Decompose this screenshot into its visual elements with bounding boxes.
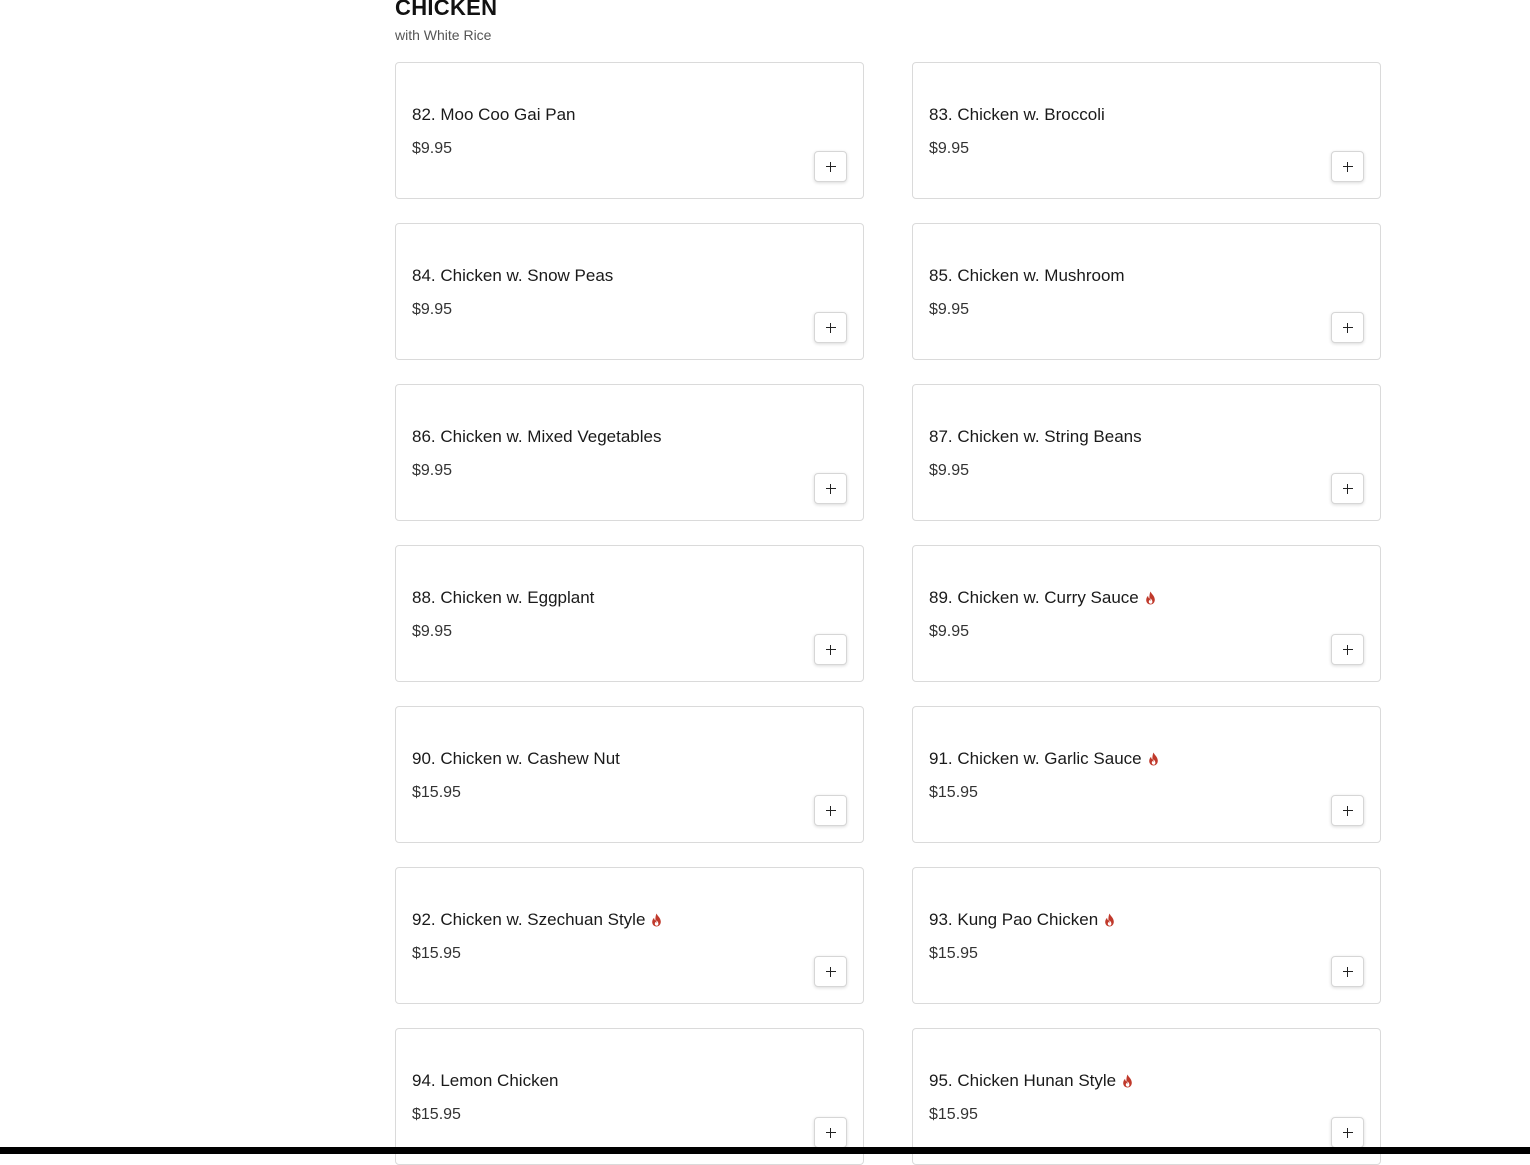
flame-icon [1105,913,1114,927]
item-name: 95. Chicken Hunan Style [929,1071,1117,1090]
add-to-cart-button[interactable] [1331,956,1364,987]
item-name-row: 87. Chicken w. String Beans [929,426,1142,448]
item-price: $9.95 [929,623,970,640]
item-name: 88. Chicken w. Eggplant [412,588,595,607]
item-name-row: 90. Chicken w. Cashew Nut [412,748,620,770]
section-header: CHICKEN with White Rice [395,0,497,44]
plus-icon [825,483,836,494]
flame-icon [1145,591,1155,605]
plus-icon [825,805,836,816]
add-to-cart-button[interactable] [1331,473,1364,504]
section-title: CHICKEN [395,0,498,20]
add-to-cart-button[interactable] [814,956,847,987]
menu-item-card[interactable]: 89. Chicken w. Curry Sauce $9.95 [912,545,1381,682]
menu-item-card[interactable]: 88. Chicken w. Eggplant $9.95 [395,545,864,682]
menu-item-card[interactable]: 82. Moo Coo Gai Pan $9.95 [395,62,864,199]
item-name-row: 83. Chicken w. Broccoli [929,104,1105,126]
add-to-cart-button[interactable] [814,1117,847,1148]
item-price: $9.95 [929,140,970,157]
menu-item-card[interactable]: 85. Chicken w. Mushroom $9.95 [912,223,1381,360]
item-name: 83. Chicken w. Broccoli [929,105,1105,124]
flame-icon [1123,1074,1132,1088]
item-name-row: 85. Chicken w. Mushroom [929,265,1125,287]
item-name-row: 92. Chicken w. Szechuan Style [412,909,662,931]
menu-item-card[interactable]: 86. Chicken w. Mixed Vegetables $9.95 [395,384,864,521]
menu-item-card[interactable]: 87. Chicken w. String Beans $9.95 [912,384,1381,521]
menu-item-card[interactable]: 93. Kung Pao Chicken $15.95 [912,867,1381,1004]
item-name: 90. Chicken w. Cashew Nut [412,749,620,768]
item-name-row: 89. Chicken w. Curry Sauce [929,587,1156,609]
add-to-cart-button[interactable] [814,473,847,504]
item-name: 87. Chicken w. String Beans [929,427,1142,446]
item-price: $9.95 [412,623,453,640]
item-name: 93. Kung Pao Chicken [929,910,1099,929]
flame-icon [1148,752,1158,766]
item-name: 89. Chicken w. Curry Sauce [929,588,1139,607]
menu-item-card[interactable]: 95. Chicken Hunan Style $15.95 [912,1028,1381,1165]
item-name: 82. Moo Coo Gai Pan [412,105,576,124]
add-to-cart-button[interactable] [1331,151,1364,182]
plus-icon [825,161,836,172]
item-name: 91. Chicken w. Garlic Sauce [929,749,1142,768]
item-price: $9.95 [929,462,970,479]
plus-icon [1342,1127,1353,1138]
plus-icon [825,322,836,333]
section-subtitle: with White Rice [395,27,492,43]
item-name-row: 95. Chicken Hunan Style [929,1070,1133,1092]
item-name-row: 82. Moo Coo Gai Pan [412,104,575,126]
plus-icon [1342,644,1353,655]
item-price: $15.95 [412,784,461,801]
item-name-row: 93. Kung Pao Chicken [929,909,1115,931]
item-price: $9.95 [412,301,453,318]
add-to-cart-button[interactable] [1331,312,1364,343]
item-name-row: 84. Chicken w. Snow Peas [412,265,613,287]
plus-icon [825,644,836,655]
add-to-cart-button[interactable] [814,151,847,182]
item-name-row: 91. Chicken w. Garlic Sauce [929,748,1159,770]
plus-icon [1342,161,1353,172]
bottom-bar [0,1147,1530,1154]
add-to-cart-button[interactable] [1331,795,1364,826]
item-price: $15.95 [929,1106,978,1123]
menu-item-card[interactable]: 92. Chicken w. Szechuan Style $15.95 [395,867,864,1004]
item-price: $15.95 [929,945,978,962]
item-name: 86. Chicken w. Mixed Vegetables [412,427,662,446]
add-to-cart-button[interactable] [814,634,847,665]
menu-item-grid: 82. Moo Coo Gai Pan $9.95 83. Chicken w.… [395,62,1381,1165]
menu-item-card[interactable]: 90. Chicken w. Cashew Nut $15.95 [395,706,864,843]
plus-icon [825,966,836,977]
menu-item-card[interactable]: 84. Chicken w. Snow Peas $9.95 [395,223,864,360]
item-name-row: 86. Chicken w. Mixed Vegetables [412,426,661,448]
item-price: $15.95 [929,784,978,801]
add-to-cart-button[interactable] [814,795,847,826]
item-name: 85. Chicken w. Mushroom [929,266,1125,285]
add-to-cart-button[interactable] [814,312,847,343]
plus-icon [825,1127,836,1138]
item-price: $9.95 [929,301,970,318]
add-to-cart-button[interactable] [1331,634,1364,665]
item-name: 94. Lemon Chicken [412,1071,559,1090]
plus-icon [1342,805,1353,816]
item-name: 92. Chicken w. Szechuan Style [412,910,646,929]
menu-item-card[interactable]: 83. Chicken w. Broccoli $9.95 [912,62,1381,199]
plus-icon [1342,483,1353,494]
item-name: 84. Chicken w. Snow Peas [412,266,614,285]
menu-item-card[interactable]: 91. Chicken w. Garlic Sauce $15.95 [912,706,1381,843]
item-price: $15.95 [412,945,461,962]
item-price: $15.95 [412,1106,461,1123]
flame-icon [652,913,662,927]
item-price: $9.95 [412,140,453,157]
add-to-cart-button[interactable] [1331,1117,1364,1148]
plus-icon [1342,322,1353,333]
item-name-row: 94. Lemon Chicken [412,1070,558,1092]
item-name-row: 88. Chicken w. Eggplant [412,587,594,609]
menu-item-card[interactable]: 94. Lemon Chicken $15.95 [395,1028,864,1165]
plus-icon [1342,966,1353,977]
item-price: $9.95 [412,462,453,479]
